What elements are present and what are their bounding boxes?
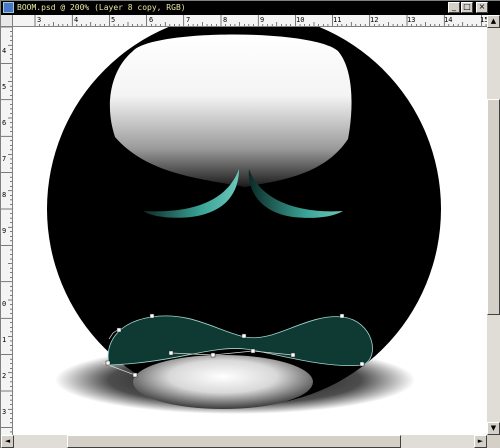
window-title: BOOM.psd @ 200% (Layer 8 copy, RGB): [17, 3, 186, 12]
vertical-ruler-ticks: 4 5 6 7 8 9 0 1 2 3: [1, 27, 12, 433]
ruler-label: 10: [296, 16, 304, 24]
vertical-scroll-thumb[interactable]: [487, 99, 500, 315]
ruler-label: 7: [186, 16, 190, 24]
image-canvas[interactable]: [13, 27, 487, 435]
scroll-right-button[interactable]: ►: [474, 435, 487, 448]
ruler-label: 2: [2, 372, 6, 380]
vertical-ruler[interactable]: 4 5 6 7 8 9 0 1 2 3: [1, 27, 13, 435]
close-icon: ×: [478, 2, 486, 11]
horizontal-scrollbar[interactable]: ◄ ►: [1, 435, 487, 448]
ruler-label: 4: [74, 16, 78, 24]
bottom-reflection: [133, 355, 313, 409]
vertical-scrollbar[interactable]: ▲ ▼: [487, 15, 500, 435]
ruler-label: 5: [111, 16, 115, 24]
scroll-down-button[interactable]: ▼: [487, 422, 500, 435]
scroll-up-button[interactable]: ▲: [487, 15, 500, 28]
maximize-icon: □: [463, 2, 471, 11]
artwork: [47, 27, 441, 414]
ruler-label: 3: [37, 16, 41, 24]
ruler-label: 8: [2, 191, 6, 199]
horizontal-scroll-thumb[interactable]: [67, 435, 401, 448]
resize-grip[interactable]: [487, 435, 500, 448]
maximize-button[interactable]: □: [461, 2, 473, 13]
arrow-left-icon: ◄: [4, 437, 11, 445]
ruler-origin[interactable]: [1, 15, 13, 27]
ruler-label: 14: [444, 16, 452, 24]
document-window: BOOM.psd @ 200% (Layer 8 copy, RGB) _ □ …: [0, 0, 500, 448]
ruler-label: 1: [2, 336, 6, 344]
ruler-label: 8: [223, 16, 227, 24]
arrow-down-icon: ▼: [490, 424, 497, 432]
close-button[interactable]: ×: [476, 2, 488, 13]
ruler-label: 4: [2, 47, 6, 55]
ruler-label: 7: [2, 155, 6, 163]
ruler-label: 5: [2, 83, 6, 91]
ruler-label: 3: [2, 408, 6, 416]
minimize-icon: _: [452, 2, 456, 11]
ruler-label: 13: [407, 16, 415, 24]
document-icon: [3, 2, 14, 13]
ruler-label: 9: [260, 16, 264, 24]
ruler-label: 12: [370, 16, 378, 24]
horizontal-ruler-ticks: 3 4 5 6 7 8 9 10 11 12 13 14 15: [34, 15, 487, 26]
title-bar[interactable]: BOOM.psd @ 200% (Layer 8 copy, RGB) _ □ …: [1, 1, 500, 15]
horizontal-ruler[interactable]: 3 4 5 6 7 8 9 10 11 12 13 14 15: [13, 15, 487, 27]
scroll-left-button[interactable]: ◄: [1, 435, 14, 448]
ruler-label: 15: [480, 16, 487, 24]
ruler-label: 0: [2, 300, 6, 308]
ruler-label: 6: [2, 119, 6, 127]
ruler-label: 6: [149, 16, 153, 24]
arrow-right-icon: ►: [477, 437, 484, 445]
ruler-label: 11: [333, 16, 341, 24]
ruler-label: 9: [2, 227, 6, 235]
arrow-up-icon: ▲: [490, 17, 497, 25]
minimize-button[interactable]: _: [448, 2, 460, 13]
